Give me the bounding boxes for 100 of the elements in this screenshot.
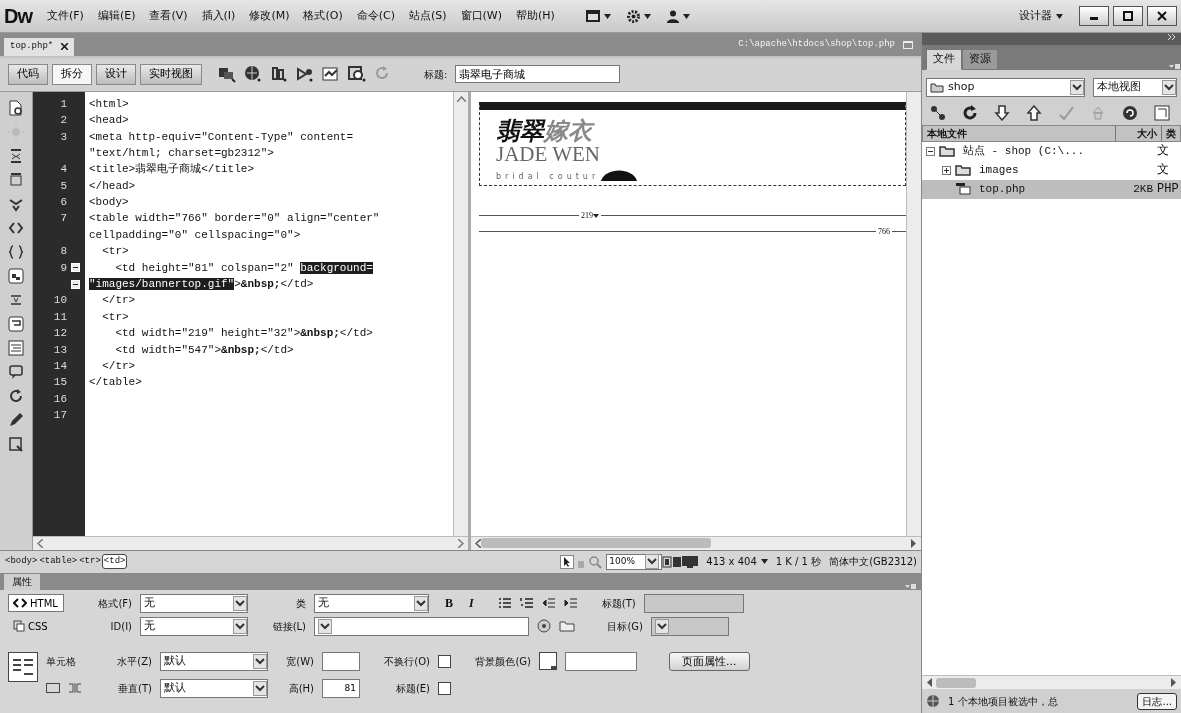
horizontal-select[interactable]: 默认 — [160, 651, 268, 671]
menu-item[interactable]: 修改(M) — [242, 7, 297, 25]
vertical-scrollbar[interactable] — [906, 91, 921, 536]
column-header[interactable]: 本地文件 — [923, 125, 1115, 141]
width-field[interactable] — [322, 651, 360, 671]
menu-item[interactable]: 插入(I) — [194, 7, 243, 25]
view-tab[interactable]: 实时视图 — [140, 64, 202, 85]
file-tree-row[interactable]: images 文 — [922, 160, 1181, 180]
refresh-icon[interactable] — [8, 387, 24, 404]
ordered-list-icon[interactable] — [519, 597, 534, 610]
target-select[interactable] — [651, 616, 729, 636]
monitor-icon[interactable] — [682, 555, 699, 568]
braces-icon[interactable] — [8, 243, 24, 260]
panel-tab[interactable]: 文件 — [926, 49, 962, 70]
layout-menu-button[interactable] — [585, 10, 611, 22]
outdent-icon[interactable] — [541, 597, 556, 610]
connect-icon[interactable] — [930, 104, 946, 121]
indent-icon[interactable] — [563, 597, 578, 610]
document-tab[interactable]: top.php* — [4, 37, 75, 56]
mode-tab[interactable]: CSS — [8, 617, 64, 636]
log-button[interactable]: 日志... — [1137, 692, 1177, 710]
globe-icon[interactable] — [244, 65, 262, 84]
visual-aids-icon[interactable] — [296, 65, 314, 84]
menu-item[interactable]: 命令(C) — [349, 7, 402, 25]
check-in-icon[interactable] — [1090, 104, 1106, 121]
id-select[interactable]: 无 — [140, 616, 248, 636]
mode-tab[interactable]: HTML — [8, 594, 64, 613]
tag-selector-item[interactable]: <table> — [38, 554, 79, 569]
panel-tab[interactable]: 资源 — [962, 49, 998, 70]
preview-icon[interactable] — [348, 65, 366, 84]
bold-button[interactable]: B — [445, 594, 453, 613]
menu-item[interactable]: 编辑(E) — [90, 7, 143, 25]
collapse-icon[interactable] — [8, 147, 24, 164]
wrap-icon[interactable] — [8, 315, 24, 332]
tablet-icon[interactable] — [662, 555, 673, 568]
scroll-left-icon[interactable] — [475, 538, 481, 548]
workspace-switcher[interactable]: 设计器 — [1019, 7, 1063, 25]
point-to-file-icon[interactable] — [537, 619, 551, 634]
tag-selector-item[interactable]: <body> — [4, 554, 39, 569]
column-header[interactable]: 大小 — [1115, 125, 1161, 141]
check-out-icon[interactable] — [1058, 104, 1074, 121]
file-tree-row[interactable]: 站点 - shop (C:\... 文 — [922, 141, 1181, 161]
link-select[interactable] — [314, 616, 529, 636]
highlight-icon[interactable] — [8, 267, 24, 284]
speech-icon[interactable] — [8, 363, 24, 380]
scroll-right-icon[interactable] — [458, 538, 464, 548]
page-icon[interactable] — [8, 99, 24, 116]
view-tab[interactable]: 代码 — [8, 64, 48, 85]
pointer-icon[interactable] — [560, 554, 575, 569]
collapse-toggle-icon[interactable] — [926, 146, 935, 156]
tag-selector-item[interactable]: <td> — [101, 553, 128, 570]
scrollbar-thumb[interactable] — [936, 677, 976, 688]
expand-toggle-icon[interactable] — [942, 165, 951, 175]
file-tree-row[interactable]: top.php 2KB PHP — [922, 179, 1181, 199]
scroll-left-icon[interactable] — [926, 678, 932, 687]
validate-icon[interactable] — [322, 65, 340, 84]
menu-item[interactable]: 查看(V) — [142, 7, 195, 25]
phone-icon[interactable] — [672, 555, 683, 568]
page-properties-button[interactable]: 页面属性... — [669, 651, 750, 671]
pen-icon[interactable] — [8, 411, 24, 428]
nowrap-checkbox[interactable] — [438, 654, 451, 668]
format-icon[interactable] — [8, 435, 24, 452]
vertical-select[interactable]: 默认 — [160, 678, 268, 698]
view-tab[interactable]: 设计 — [96, 64, 136, 85]
scroll-right-icon[interactable] — [1171, 678, 1177, 687]
color-field[interactable] — [565, 651, 637, 671]
format-select[interactable]: 无 — [140, 593, 248, 613]
header-checkbox[interactable] — [438, 681, 451, 695]
height-field[interactable]: 81 — [322, 678, 360, 698]
site-menu-button[interactable] — [666, 9, 690, 23]
split-cell-icon[interactable] — [68, 683, 82, 694]
debug-icon[interactable] — [270, 65, 288, 84]
menu-item[interactable]: 文件(F) — [40, 7, 91, 25]
italic-button[interactable]: I — [469, 594, 474, 613]
sync-icon[interactable] — [1122, 104, 1138, 121]
view-tab[interactable]: 拆分 — [52, 64, 92, 85]
folder-icon[interactable] — [559, 620, 575, 633]
scroll-right-icon[interactable] — [911, 538, 917, 548]
extensions-menu-button[interactable] — [626, 9, 651, 23]
view-select[interactable]: 本地视图 — [1093, 77, 1177, 97]
tag-selector-item[interactable]: <tr> — [78, 554, 102, 569]
merge-cells-icon[interactable] — [46, 683, 60, 694]
site-select[interactable]: shop — [926, 77, 1086, 97]
menu-item[interactable]: 帮助(H) — [509, 7, 562, 25]
title-field[interactable]: 翡翠电子商城 — [455, 65, 621, 84]
file-management-icon[interactable] — [218, 65, 236, 84]
zoom-select[interactable]: 100% — [606, 553, 663, 570]
scroll-left-icon[interactable] — [37, 538, 43, 548]
scroll-up-icon[interactable] — [456, 95, 466, 102]
collapse-selection-icon[interactable] — [8, 171, 24, 188]
panel-menu-icon[interactable] — [1169, 62, 1181, 70]
window-size-menu[interactable]: 413 x 404 — [706, 554, 768, 570]
class-select[interactable]: 无 — [314, 593, 429, 613]
close-button[interactable] — [1147, 6, 1177, 26]
menu-item[interactable]: 站点(S) — [402, 7, 454, 25]
up-arrow-icon[interactable] — [1026, 104, 1042, 121]
collapse-panel-icon[interactable] — [1167, 33, 1177, 41]
menu-item[interactable]: 格式(O) — [296, 7, 350, 25]
minimize-button[interactable] — [1079, 6, 1109, 26]
maximize-button[interactable] — [1113, 6, 1143, 26]
